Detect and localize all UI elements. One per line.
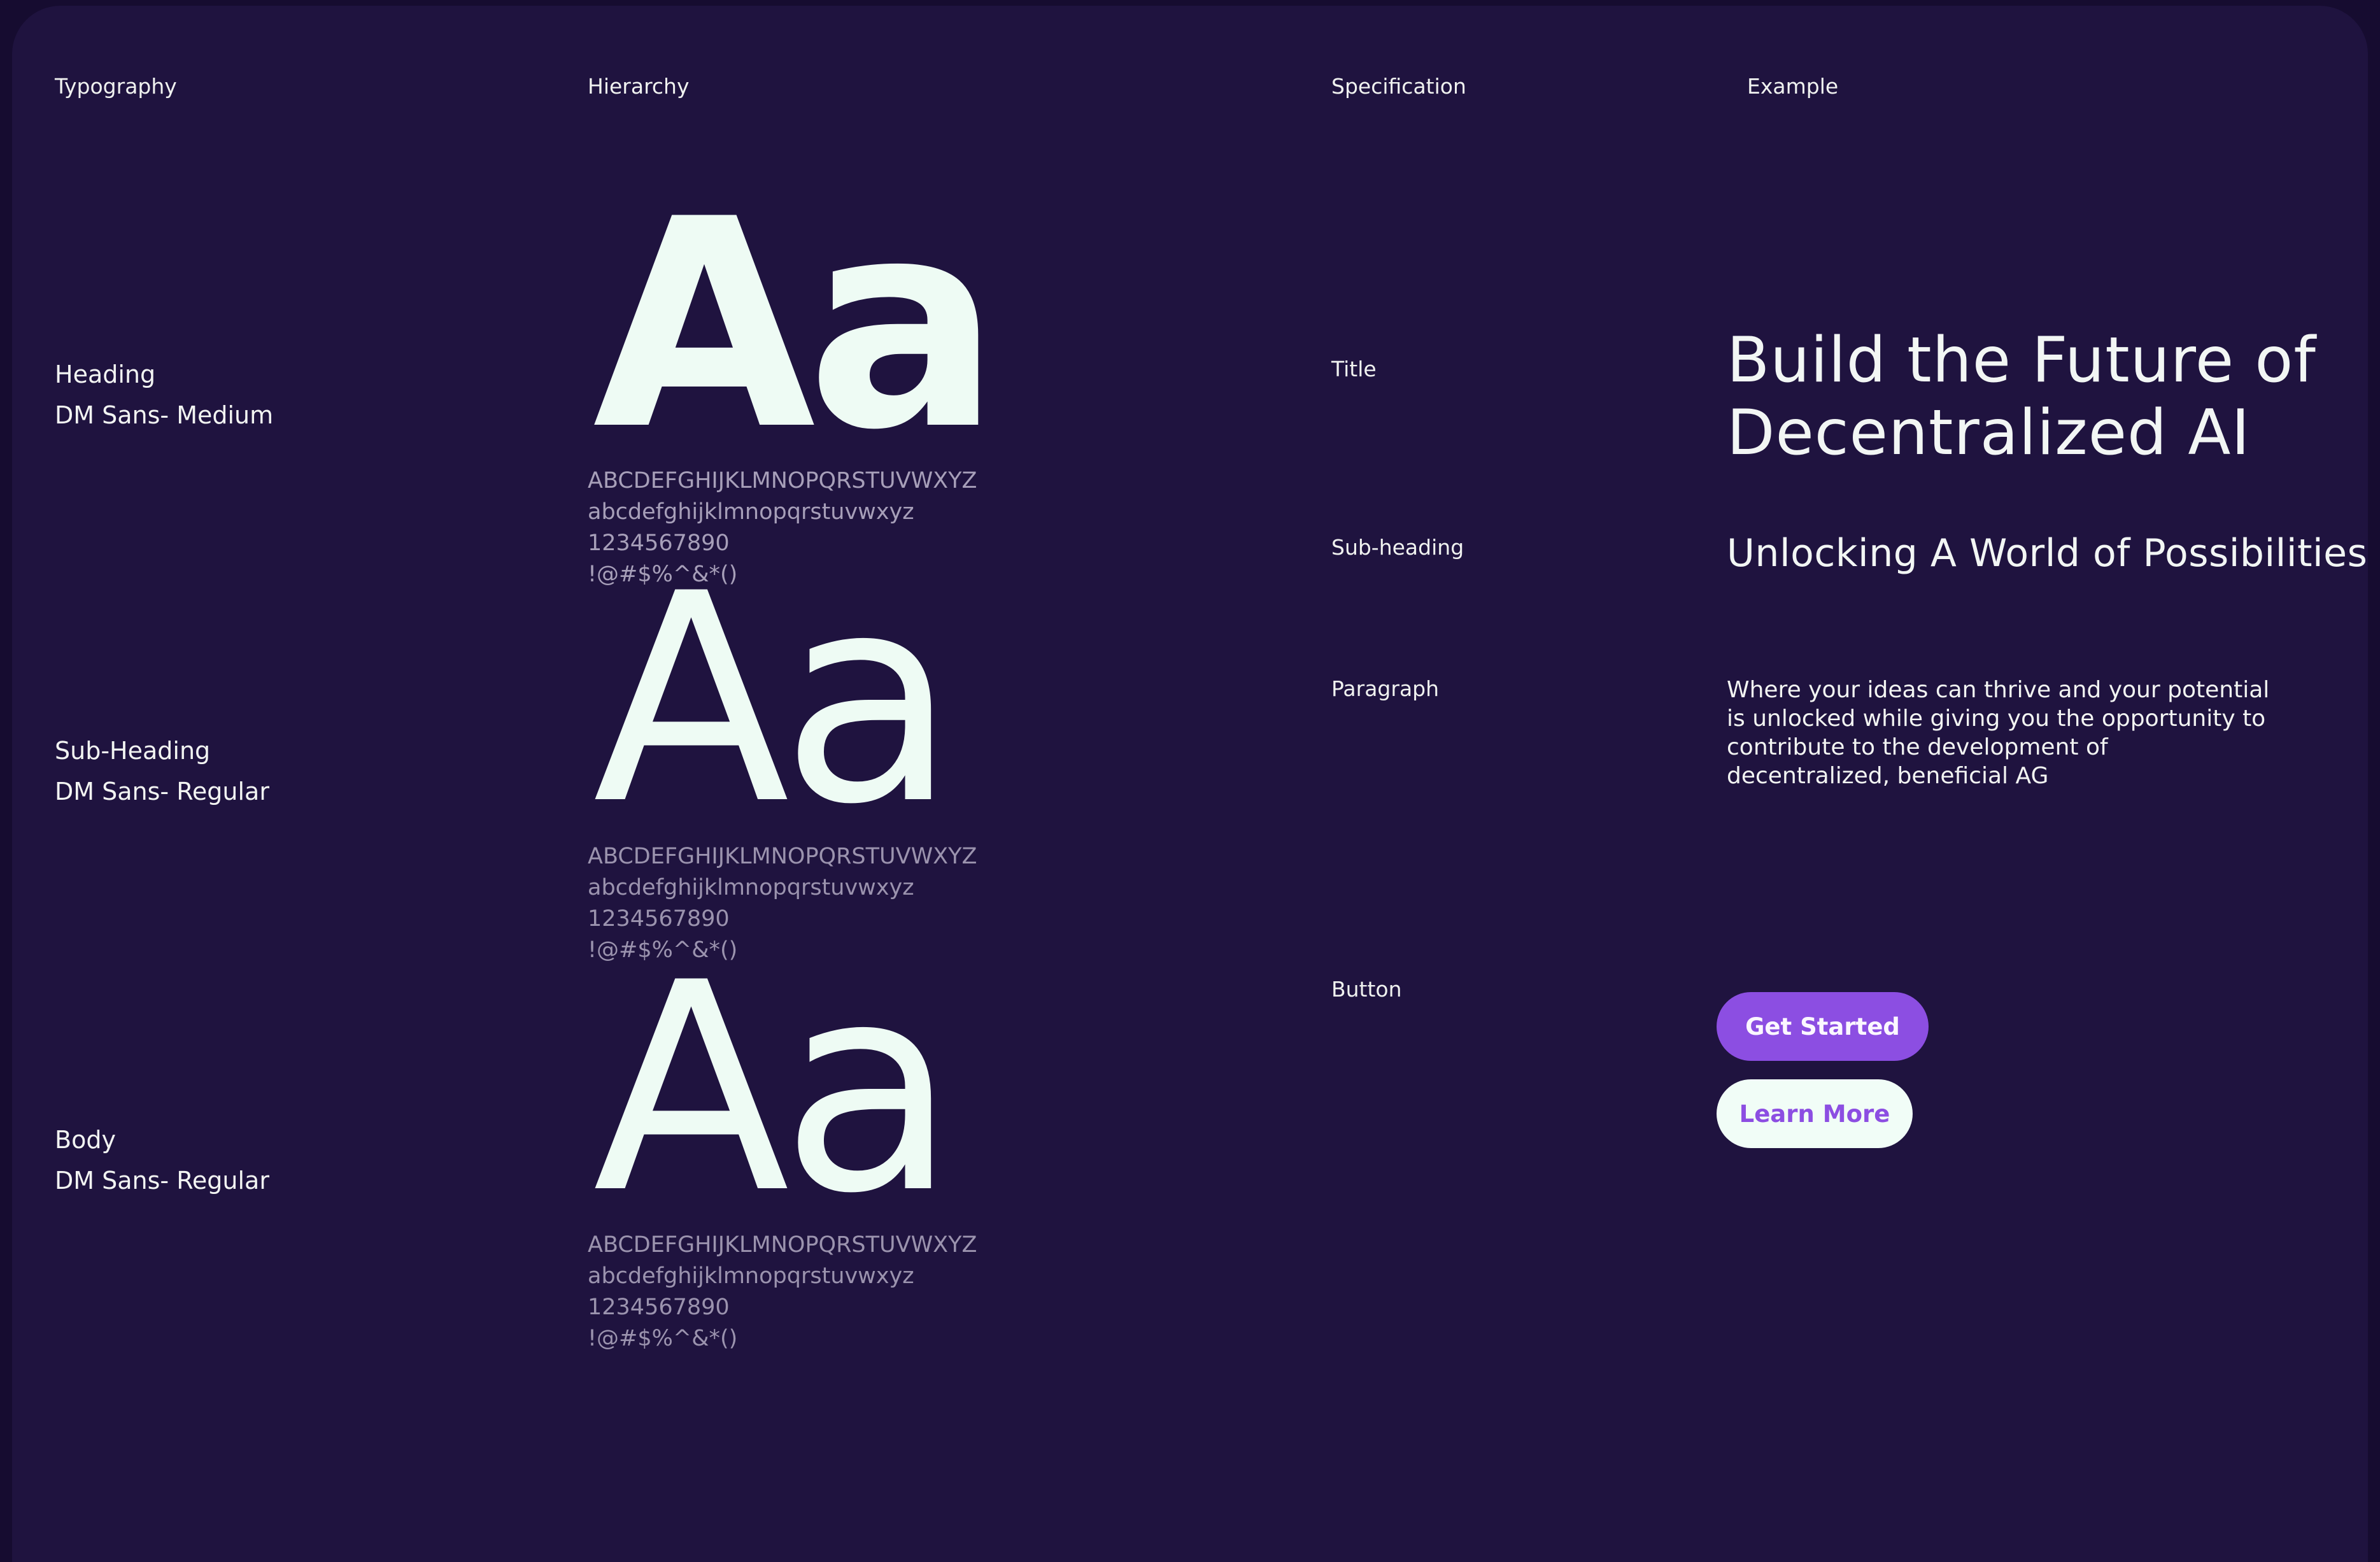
column-header-typography: Typography: [55, 74, 177, 99]
paragraph-line: Where your ideas can thrive and your pot…: [1727, 677, 2270, 703]
body-sample-glyphs: Aa: [593, 921, 957, 1256]
charset-lowercase: abcdefghijklmnopqrstuvwxyz: [588, 499, 914, 525]
style-font: DM Sans- Regular: [55, 777, 269, 806]
example-title-line: Build the Future of: [1727, 324, 2316, 397]
spec-paragraph-label: Paragraph: [1331, 676, 1440, 701]
charset-lowercase: abcdefghijklmnopqrstuvwxyz: [588, 1263, 914, 1289]
column-header-hierarchy: Hierarchy: [588, 74, 690, 99]
charset-uppercase: ABCDEFGHIJKLMNOPQRSTUVWXYZ: [588, 1232, 977, 1258]
learn-more-button[interactable]: Learn More: [1717, 1079, 1913, 1148]
style-body-label: Body DM Sans- Regular: [55, 1119, 269, 1201]
heading-sample-glyphs: Aa: [593, 157, 1001, 493]
get-started-button[interactable]: Get Started: [1717, 992, 1929, 1061]
body-charset: ABCDEFGHIJKLMNOPQRSTUVWXYZ abcdefghijklm…: [588, 1230, 977, 1354]
column-header-example: Example: [1747, 74, 1839, 99]
style-heading-label: Heading DM Sans- Medium: [55, 354, 273, 436]
spec-button-label: Button: [1331, 977, 1402, 1002]
column-header-specification: Specification: [1331, 74, 1466, 99]
style-subheading-label: Sub-Heading DM Sans- Regular: [55, 730, 269, 812]
example-subheading: Unlocking A World of Possibilities: [1727, 531, 2368, 576]
charset-uppercase: ABCDEFGHIJKLMNOPQRSTUVWXYZ: [588, 844, 977, 869]
spec-title-label: Title: [1331, 357, 1377, 381]
charset-uppercase: ABCDEFGHIJKLMNOPQRSTUVWXYZ: [588, 468, 977, 493]
subheading-sample-glyphs: Aa: [593, 532, 957, 867]
spec-subheading-label: Sub-heading: [1331, 535, 1464, 560]
style-name: Sub-Heading: [55, 737, 211, 765]
example-title: Build the Future of Decentralized AI: [1727, 324, 2357, 469]
example-title-line: Decentralized AI: [1727, 397, 2251, 469]
example-paragraph: Where your ideas can thrive and your pot…: [1727, 676, 2274, 790]
paragraph-line: is unlocked while giving you the opportu…: [1727, 706, 2266, 732]
paragraph-line: decentralized, beneficial AG: [1727, 763, 2049, 789]
style-name: Body: [55, 1126, 116, 1154]
charset-symbols: !@#$%^&*(): [588, 1326, 738, 1351]
style-font: DM Sans- Medium: [55, 401, 274, 429]
style-name: Heading: [55, 360, 156, 388]
typography-card: Typography Hierarchy Specification Examp…: [12, 6, 2368, 1562]
charset-digits: 1234567890: [588, 1295, 730, 1320]
style-font: DM Sans- Regular: [55, 1167, 269, 1195]
paragraph-line: contribute to the development of: [1727, 734, 2108, 760]
charset-lowercase: abcdefghijklmnopqrstuvwxyz: [588, 875, 914, 900]
